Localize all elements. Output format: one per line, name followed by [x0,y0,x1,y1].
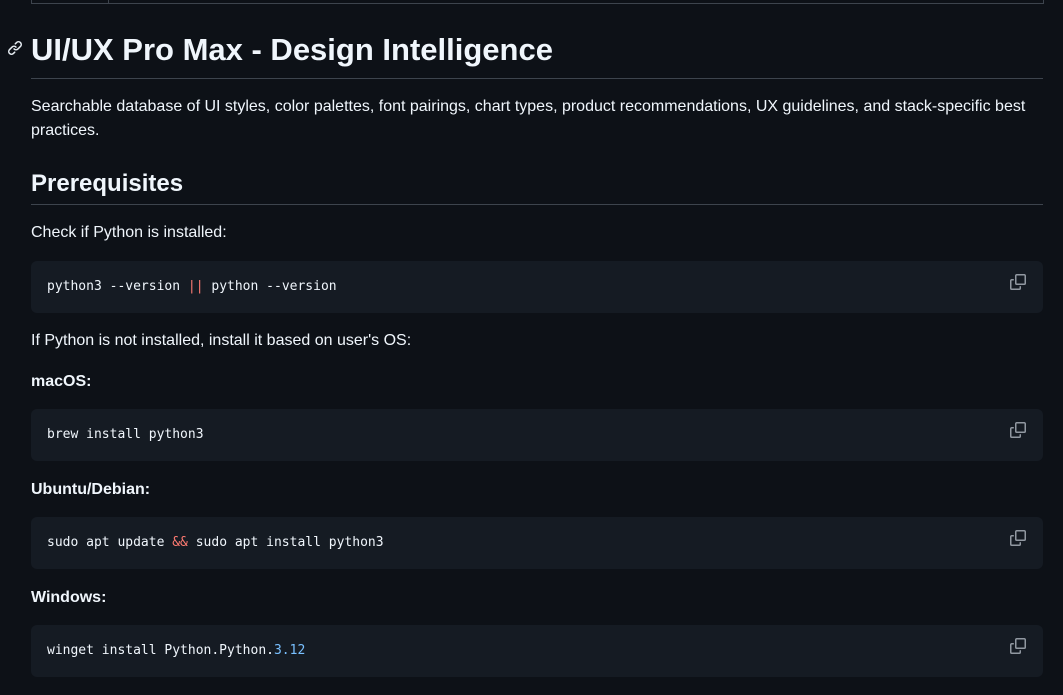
link-icon [7,40,23,56]
copy-button[interactable] [1010,274,1028,292]
code-line: python3 --version || python --version [47,278,337,296]
code-block-check-python: python3 --version || python --version [31,261,1043,313]
code-token: sudo apt update [47,535,173,550]
page-description: Searchable database of UI styles, color … [31,98,1026,139]
install-python-text: If Python is not installed, install it b… [31,332,412,349]
table-bottom-edge [31,0,1044,4]
windows-label: Windows: [31,589,107,606]
ubuntu-label: Ubuntu/Debian: [31,481,151,498]
copy-button[interactable] [1010,422,1028,440]
code-block-macos: brew install python3 [31,409,1043,461]
macos-label: macOS: [31,373,92,390]
code-operator: || [187,279,204,294]
prerequisites-divider [31,204,1043,205]
check-python-text: Check if Python is installed: [31,224,227,241]
code-token: sudo apt install python3 [187,535,384,550]
code-block-windows: winget install Python.Python.3.12 [31,625,1043,677]
code-token: python3 --version [47,279,188,294]
copy-button[interactable] [1010,530,1028,548]
code-number: 3.12 [273,643,306,658]
copy-icon [1010,530,1026,546]
code-line: brew install python3 [47,427,204,442]
markdown-page: UI/UX Pro Max - Design Intelligence Sear… [0,0,1063,695]
title-divider [31,78,1043,79]
code-line: winget install Python.Python.3.12 [47,642,305,660]
code-block-ubuntu: sudo apt update && sudo apt install pyth… [31,517,1043,569]
page-title: UI/UX Pro Max - Design Intelligence [31,32,553,67]
heading-anchor-link[interactable] [7,40,23,56]
table-column-divider [108,0,109,3]
prerequisites-heading: Prerequisites [31,170,184,197]
code-token: winget install Python.Python. [47,643,274,658]
copy-icon [1010,638,1026,654]
copy-button[interactable] [1010,638,1028,656]
code-operator: && [172,535,188,550]
copy-icon [1010,422,1026,438]
code-line: sudo apt update && sudo apt install pyth… [47,534,384,552]
code-token: python --version [203,279,337,294]
copy-icon [1010,274,1026,290]
